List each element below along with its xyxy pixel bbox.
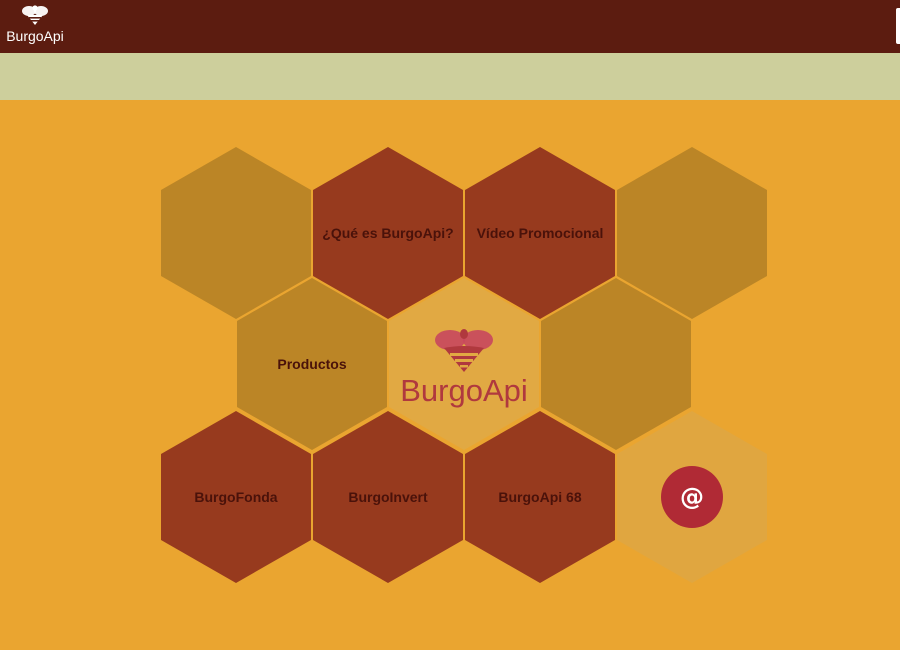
hex-video-label: Vídeo Promocional	[476, 225, 604, 241]
hex-burgofonda-label: BurgoFonda	[194, 489, 278, 505]
bee-icon	[22, 5, 48, 25]
hex-productos-label: Productos	[277, 356, 347, 372]
hex-contact: @	[617, 411, 767, 583]
side-panel-tab[interactable]	[896, 8, 900, 44]
contact-email-button[interactable]: @	[661, 466, 723, 528]
brand-name: BurgoApi	[6, 28, 64, 44]
at-icon: @	[680, 483, 704, 511]
center-logo: BurgoApi	[400, 326, 528, 408]
hex-burgoinvert-label: BurgoInvert	[348, 489, 428, 505]
brand-logo-link[interactable]: BurgoApi	[4, 4, 66, 48]
hex-que-es-label: ¿Qué es BurgoApi?	[322, 225, 454, 241]
hex-burgofonda[interactable]: BurgoFonda	[161, 411, 311, 583]
bee-icon	[435, 329, 493, 372]
center-logo-text: BurgoApi	[400, 373, 528, 408]
top-navigation-bar: BurgoApi	[0, 0, 900, 53]
secondary-bar	[0, 53, 900, 100]
hex-burgoapi68-label: BurgoApi 68	[498, 489, 582, 505]
honeycomb-area: ¿Qué es BurgoApi? Vídeo Promocional Prod…	[0, 100, 900, 650]
hex-burgoinvert[interactable]: BurgoInvert	[313, 411, 463, 583]
hex-burgoapi-68[interactable]: BurgoApi 68	[465, 411, 615, 583]
